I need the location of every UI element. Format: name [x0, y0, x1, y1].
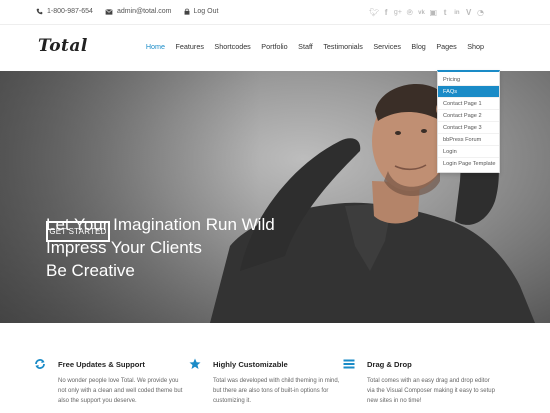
logout-link[interactable]: Log Out [194, 8, 219, 15]
social-icons: 🐦︎ f g+ ℗ vk ▣ t in V ◔ [368, 7, 486, 18]
site-logo[interactable]: Total [38, 36, 88, 56]
nav-shortcodes[interactable]: Shortcodes [214, 42, 250, 51]
feature-text: No wonder people love Total. We provide … [58, 378, 183, 405]
vk-icon[interactable]: vk [416, 7, 427, 18]
dropdown-item-login[interactable]: Login [438, 146, 499, 158]
twitter-icon[interactable]: 🐦︎ [369, 7, 380, 18]
features-section: Free Updates & Support No wonder people … [0, 323, 550, 413]
top-bar: 1-800-987-654 admin@total.com Log Out 🐦︎… [0, 0, 550, 25]
phone-icon [36, 8, 43, 15]
instagram-icon[interactable]: ▣ [428, 7, 439, 18]
google-plus-icon[interactable]: g+ [392, 7, 403, 18]
feature-text: Total comes with an easy drag and drop e… [367, 378, 495, 405]
dropdown-item-contact-3[interactable]: Contact Page 3 [438, 122, 499, 134]
nav-testimonials[interactable]: Testimonials [323, 42, 363, 51]
nav-services[interactable]: Services [373, 42, 401, 51]
envelope-icon [105, 8, 113, 15]
site-header: Total Home Features Shortcodes Portfolio… [0, 26, 550, 70]
dropdown-item-bbpress-forum[interactable]: bbPress Forum [438, 134, 499, 146]
top-bar-contact: 1-800-987-654 admin@total.com Log Out [36, 8, 230, 15]
get-started-button[interactable]: GET STARTED [46, 221, 110, 242]
nav-shop[interactable]: Shop [467, 42, 484, 51]
feature-title: Free Updates & Support [58, 360, 145, 369]
dropdown-item-login-template[interactable]: Login Page Template [438, 158, 499, 170]
lock-icon [184, 8, 189, 15]
nav-staff[interactable]: Staff [298, 42, 313, 51]
hero-line-3: Be Creative [46, 261, 135, 280]
feature-text: Total was developed with child theming i… [213, 378, 340, 405]
nav-features[interactable]: Features [176, 42, 204, 51]
logout-item[interactable]: Log Out [184, 8, 219, 15]
phone-item: 1-800-987-654 [36, 8, 93, 15]
nav-blog[interactable]: Blog [411, 42, 425, 51]
phone-number: 1-800-987-654 [47, 8, 93, 15]
nav-pages[interactable]: Pages [436, 42, 456, 51]
pinterest-icon[interactable]: ℗ [404, 7, 415, 18]
tumblr-icon[interactable]: t [440, 7, 451, 18]
bars-icon [343, 359, 355, 369]
nav-home[interactable]: Home [146, 42, 165, 51]
main-nav: Home Features Shortcodes Portfolio Staff… [135, 42, 484, 51]
dropdown-item-contact-2[interactable]: Contact Page 2 [438, 110, 499, 122]
dropdown-item-pricing[interactable]: Pricing [438, 74, 499, 86]
dropdown-item-faqs[interactable]: FAQs [438, 86, 499, 98]
rss-icon[interactable]: ◔ [475, 7, 486, 18]
star-icon [189, 358, 201, 369]
feature-title: Highly Customizable [213, 360, 288, 369]
dropdown-item-contact-1[interactable]: Contact Page 1 [438, 98, 499, 110]
vine-icon[interactable]: V [463, 7, 474, 18]
facebook-icon[interactable]: f [381, 7, 392, 18]
refresh-icon [35, 359, 45, 369]
email-link[interactable]: admin@total.com [117, 8, 172, 15]
email-item[interactable]: admin@total.com [105, 8, 172, 15]
feature-title: Drag & Drop [367, 360, 412, 369]
linkedin-icon[interactable]: in [451, 7, 462, 18]
nav-portfolio[interactable]: Portfolio [261, 42, 287, 51]
pages-dropdown-menu: Pricing FAQs Contact Page 1 Contact Page… [437, 70, 500, 173]
